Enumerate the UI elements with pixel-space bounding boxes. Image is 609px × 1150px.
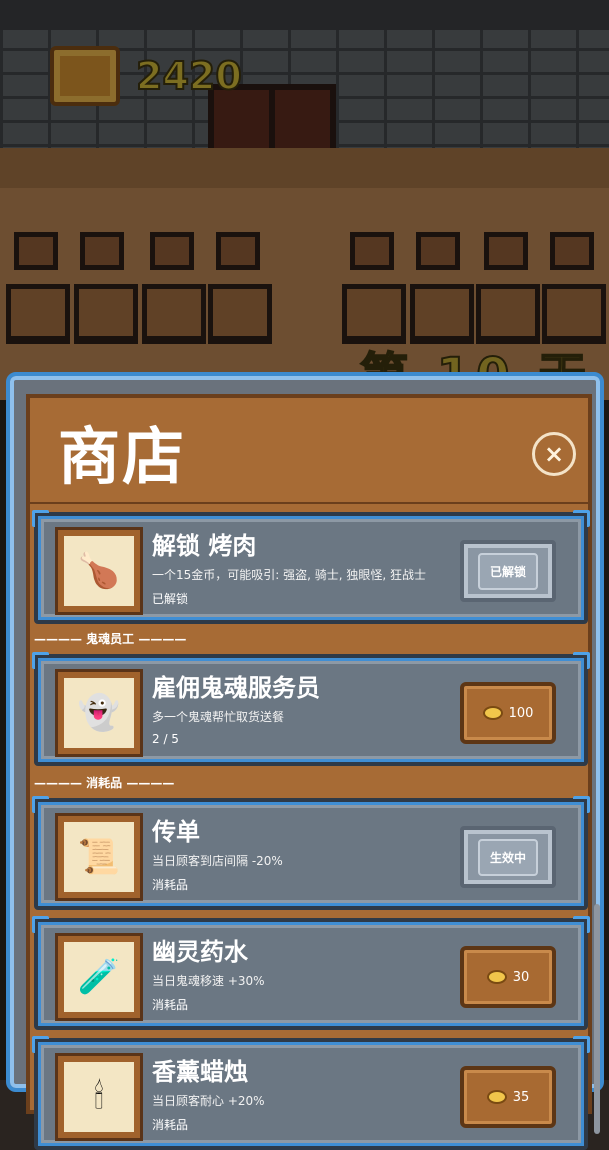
item-status: 已解锁 <box>152 592 189 606</box>
buy-button[interactable]: 30 <box>460 946 556 1008</box>
potion-icon: 🧪 <box>77 957 121 997</box>
unlocked-label: 已解锁 <box>477 552 538 590</box>
item-thumbnail: 📜 <box>58 816 140 898</box>
section-ghost-staff: ———— 鬼魂员工 ———— <box>34 632 187 646</box>
shop-panel: 商店 × 🍗 解锁 烤肉 一个15金币，可能吸引: 强盗, 骑士, 独眼怪, 狂… <box>6 372 604 1150</box>
item-description: 当日鬼魂移速 +30% <box>152 974 265 988</box>
flyer-icon: 📜 <box>77 837 121 877</box>
buy-button[interactable]: 100 <box>460 682 556 744</box>
price: 100 <box>508 705 534 721</box>
close-button[interactable]: × <box>532 432 576 476</box>
item-thumbnail: 🍗 <box>58 530 140 612</box>
price: 35 <box>512 1089 530 1105</box>
ghost-waiter-icon: 👻 <box>77 693 121 733</box>
roast-meat-icon: 🍗 <box>77 551 121 591</box>
coin-icon <box>482 706 503 720</box>
unlocked-button[interactable]: 已解锁 <box>460 540 556 602</box>
scrollbar[interactable] <box>594 904 600 1134</box>
shop-panel-inner: 商店 × 🍗 解锁 烤肉 一个15金币，可能吸引: 强盗, 骑士, 独眼怪, 狂… <box>26 394 600 1150</box>
coin-icon <box>486 1090 507 1104</box>
item-name: 幽灵药水 <box>152 938 248 966</box>
item-description: 当日顾客耐心 +20% <box>152 1094 265 1108</box>
shop-item-roast: 🍗 解锁 烤肉 一个15金币，可能吸引: 强盗, 骑士, 独眼怪, 狂战士 已解… <box>32 510 590 624</box>
price: 30 <box>512 969 530 985</box>
item-name: 雇佣鬼魂服务员 <box>152 674 320 702</box>
candle-icon: 🕯 <box>94 1077 104 1117</box>
coin-icon <box>486 970 507 984</box>
item-thumbnail: 🕯 <box>58 1056 140 1138</box>
item-name: 传单 <box>152 818 200 846</box>
shop-item-list[interactable]: 🍗 解锁 烤肉 一个15金币，可能吸引: 强盗, 骑士, 独眼怪, 狂战士 已解… <box>30 502 600 1150</box>
close-icon: × <box>543 440 565 468</box>
shop-title: 商店 <box>58 420 187 493</box>
active-button[interactable]: 生效中 <box>460 826 556 888</box>
item-name: 香薰蜡烛 <box>152 1058 248 1086</box>
item-description: 当日顾客到店间隔 -20% <box>152 854 283 868</box>
item-status: 消耗品 <box>152 998 189 1012</box>
item-status: 消耗品 <box>152 878 189 892</box>
shop-item-ghost-waiter: 👻 雇佣鬼魂服务员 多一个鬼魂帮忙取货送餐 2 / 5 100 <box>32 652 590 766</box>
item-thumbnail: 🧪 <box>58 936 140 1018</box>
item-count: 2 / 5 <box>152 732 179 746</box>
shop-item-flyer: 📜 传单 当日顾客到店间隔 -20% 消耗品 生效中 <box>32 796 590 910</box>
item-description: 一个15金币，可能吸引: 强盗, 骑士, 独眼怪, 狂战士 <box>152 568 427 582</box>
buy-button[interactable]: 35 <box>460 1066 556 1128</box>
shop-item-potion: 🧪 幽灵药水 当日鬼魂移速 +30% 消耗品 30 <box>32 916 590 1030</box>
section-consumables: ———— 消耗品 ———— <box>34 776 175 790</box>
item-thumbnail: 👻 <box>58 672 140 754</box>
item-description: 多一个鬼魂帮忙取货送餐 <box>152 710 285 724</box>
item-status: 消耗品 <box>152 1118 189 1132</box>
item-name: 解锁 烤肉 <box>152 532 257 560</box>
active-label: 生效中 <box>477 838 538 876</box>
shop-item-candle: 🕯 香薰蜡烛 当日顾客耐心 +20% 消耗品 35 <box>32 1036 590 1150</box>
